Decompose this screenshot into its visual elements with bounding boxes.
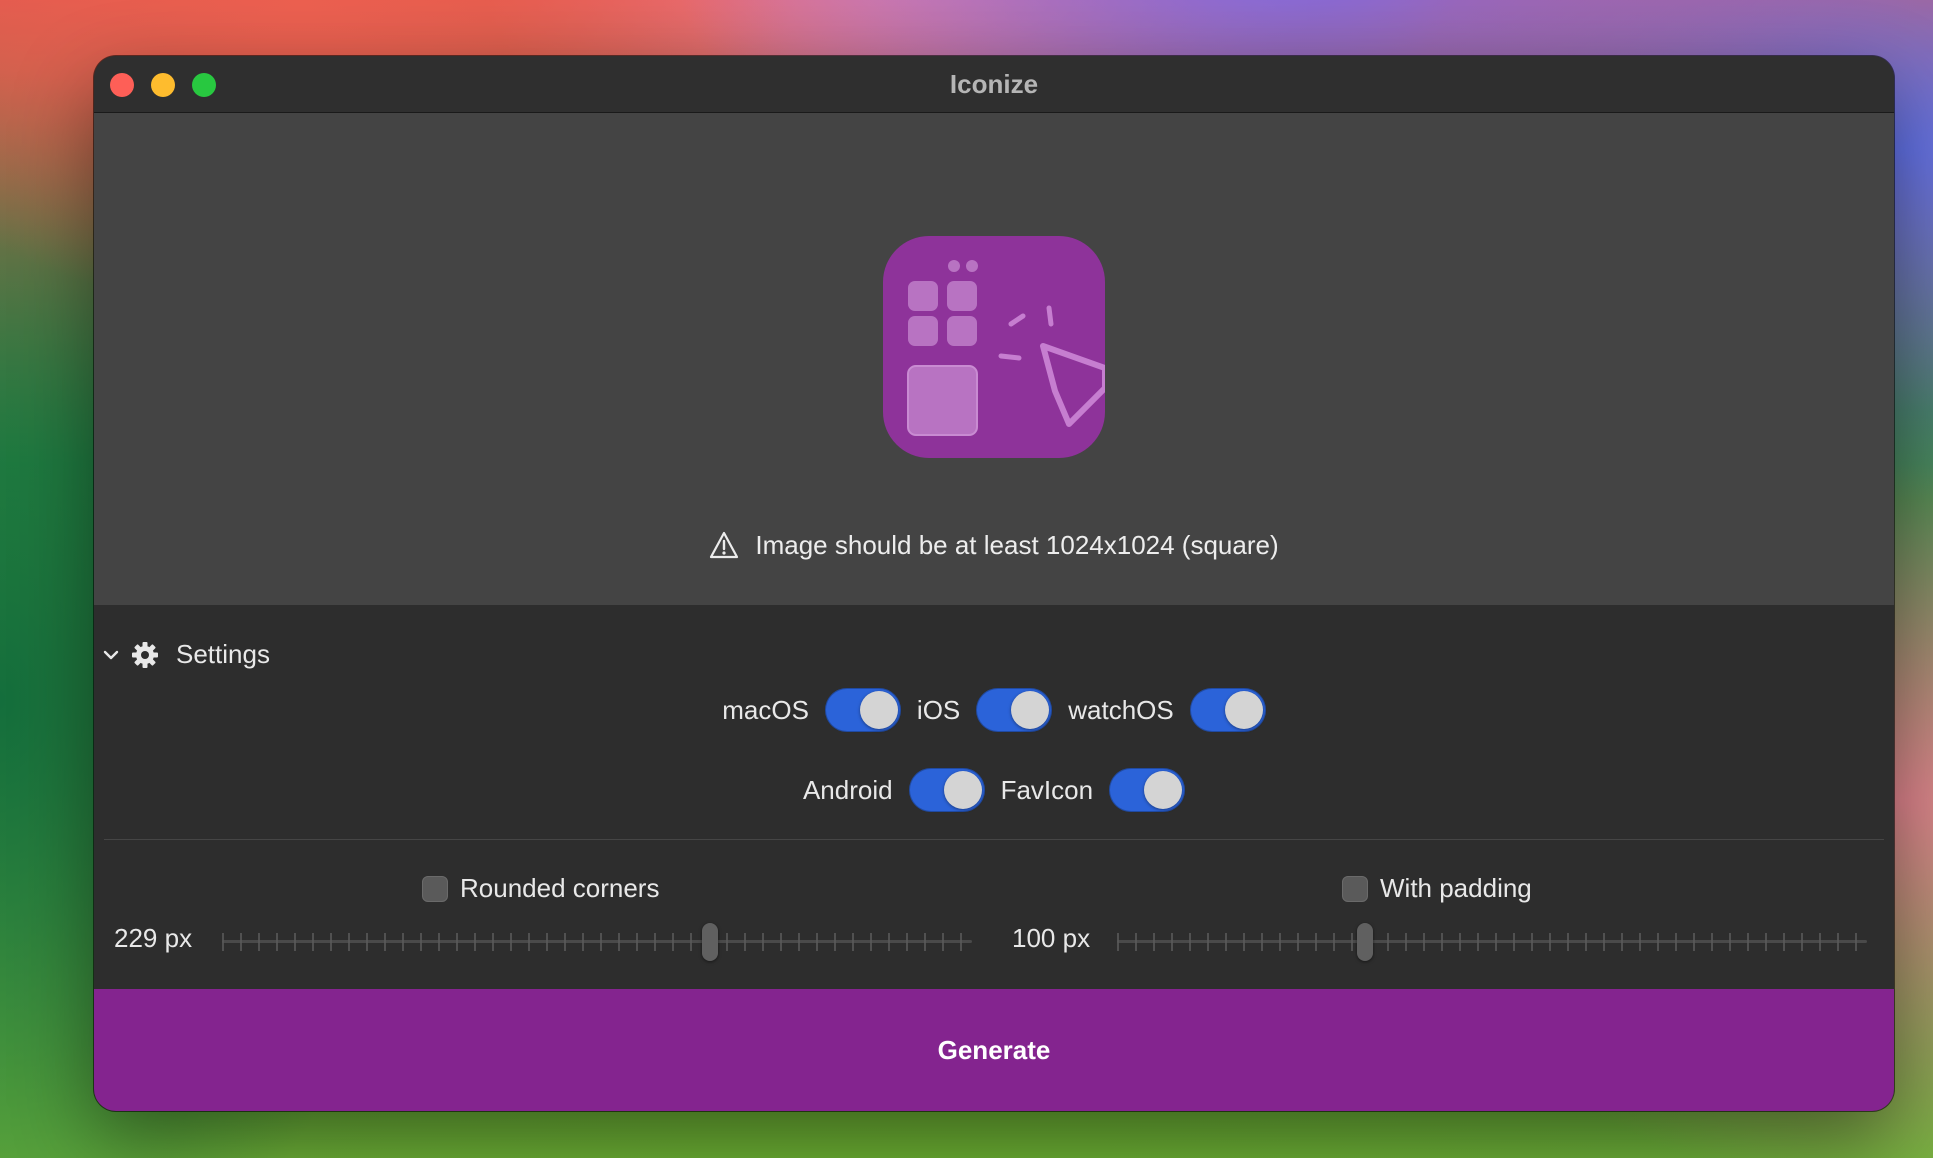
app-window: Iconize Image should be at least 1024x10…	[94, 56, 1894, 1111]
warning-banner: Image should be at least 1024x1024 (squa…	[94, 485, 1894, 605]
ios-switch[interactable]	[976, 688, 1053, 732]
android-switch[interactable]	[908, 768, 985, 812]
warning-triangle-icon	[710, 531, 739, 559]
image-drop-area[interactable]	[94, 113, 1894, 541]
rounded-corners-checkbox-row[interactable]: Rounded corners	[422, 873, 659, 904]
corner-radius-slider[interactable]	[222, 923, 972, 961]
macos-switch[interactable]	[824, 688, 901, 732]
toggle-watchos: watchOS	[1068, 688, 1266, 732]
generate-button[interactable]: Generate	[94, 989, 1894, 1111]
favicon-switch[interactable]	[1109, 768, 1186, 812]
rounded-corners-checkbox[interactable]	[422, 875, 448, 902]
window-title: Iconize	[949, 68, 1039, 99]
gear-icon	[132, 641, 158, 668]
toggle-label-watchos: watchOS	[1068, 694, 1174, 725]
close-button[interactable]	[110, 73, 134, 97]
padding-value: 100 px	[1012, 923, 1091, 953]
corner-radius-slider-thumb[interactable]	[702, 923, 718, 961]
chevron-down-icon	[103, 650, 119, 659]
padding-checkbox-row[interactable]: With padding	[1342, 873, 1532, 904]
toggle-label-macos: macOS	[722, 694, 809, 725]
watchos-switch[interactable]	[1189, 688, 1266, 732]
zoom-button[interactable]	[192, 73, 216, 97]
title-bar[interactable]: Iconize	[94, 56, 1894, 113]
minimize-button[interactable]	[151, 73, 175, 97]
toggle-favicon: FavIcon	[1001, 768, 1186, 812]
toggle-macos: macOS	[722, 688, 901, 732]
settings-disclosure[interactable]: Settings	[102, 639, 270, 670]
platform-toggles-row-1: macOS iOS watchOS	[94, 688, 1894, 732]
window-controls	[110, 73, 216, 97]
toggle-label-ios: iOS	[916, 694, 961, 725]
corner-radius-value: 229 px	[114, 923, 193, 953]
padding-slider-thumb[interactable]	[1357, 923, 1373, 961]
rounded-corners-label: Rounded corners	[460, 873, 660, 903]
toggle-label-android: Android	[802, 774, 893, 805]
toggle-android: Android	[803, 768, 985, 812]
warning-text: Image should be at least 1024x1024 (squa…	[755, 529, 1279, 560]
toggle-ios: iOS	[916, 688, 1053, 732]
settings-panel: Settings macOS iOS watchOS Android FavIc…	[94, 605, 1894, 989]
toggle-label-favicon: FavIcon	[1000, 774, 1094, 805]
platform-toggles-row-2: Android FavIcon	[94, 768, 1894, 812]
padding-checkbox[interactable]	[1342, 875, 1368, 902]
app-icon-preview	[883, 236, 1105, 458]
padding-slider[interactable]	[1117, 923, 1867, 961]
settings-title: Settings	[176, 639, 270, 669]
padding-label: With padding	[1380, 873, 1532, 903]
settings-divider	[104, 839, 1884, 840]
